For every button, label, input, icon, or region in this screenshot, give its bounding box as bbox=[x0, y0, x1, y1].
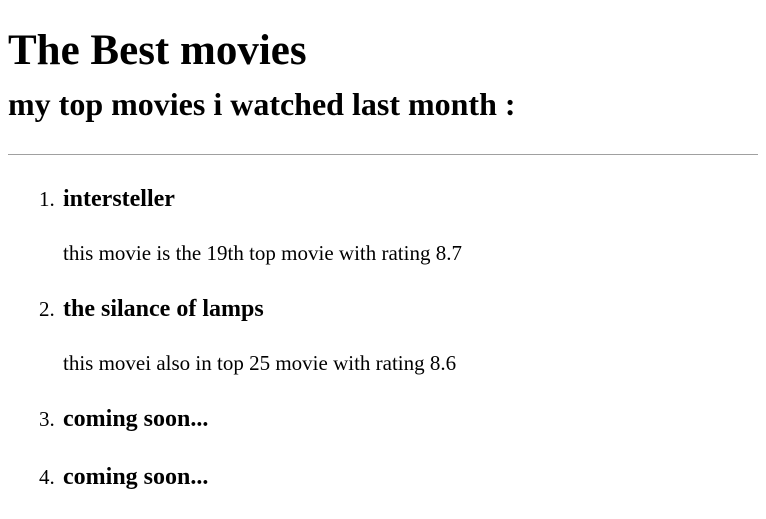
page-title: The Best movies bbox=[8, 27, 307, 74]
page: The Best movies my top movies i watched … bbox=[0, 0, 766, 519]
movie-title: coming soon... bbox=[63, 464, 209, 490]
movie-title: coming soon... bbox=[63, 406, 209, 432]
list-number: 2. bbox=[39, 297, 55, 321]
movie-item-1: 1. intersteller this movie is the 19th t… bbox=[39, 185, 758, 267]
movie-title: intersteller bbox=[63, 186, 175, 212]
divider bbox=[8, 154, 758, 155]
movie-title: the silance of lamps bbox=[63, 296, 264, 322]
movie-item-4: 4. coming soon... bbox=[39, 463, 758, 491]
list-number: 4. bbox=[39, 465, 55, 489]
movie-description: this movei also in top 25 movie with rat… bbox=[63, 351, 457, 375]
movie-description: this movie is the 19th top movie with ra… bbox=[63, 241, 462, 265]
movie-item-3: 3. coming soon... bbox=[39, 405, 758, 433]
list-number: 3. bbox=[39, 407, 55, 431]
movie-list: 1. intersteller this movie is the 19th t… bbox=[8, 185, 758, 491]
movie-item-2: 2. the silance of lamps this movei also … bbox=[39, 295, 758, 377]
list-number: 1. bbox=[39, 187, 55, 211]
page-subtitle: my top movies i watched last month : bbox=[8, 86, 516, 122]
